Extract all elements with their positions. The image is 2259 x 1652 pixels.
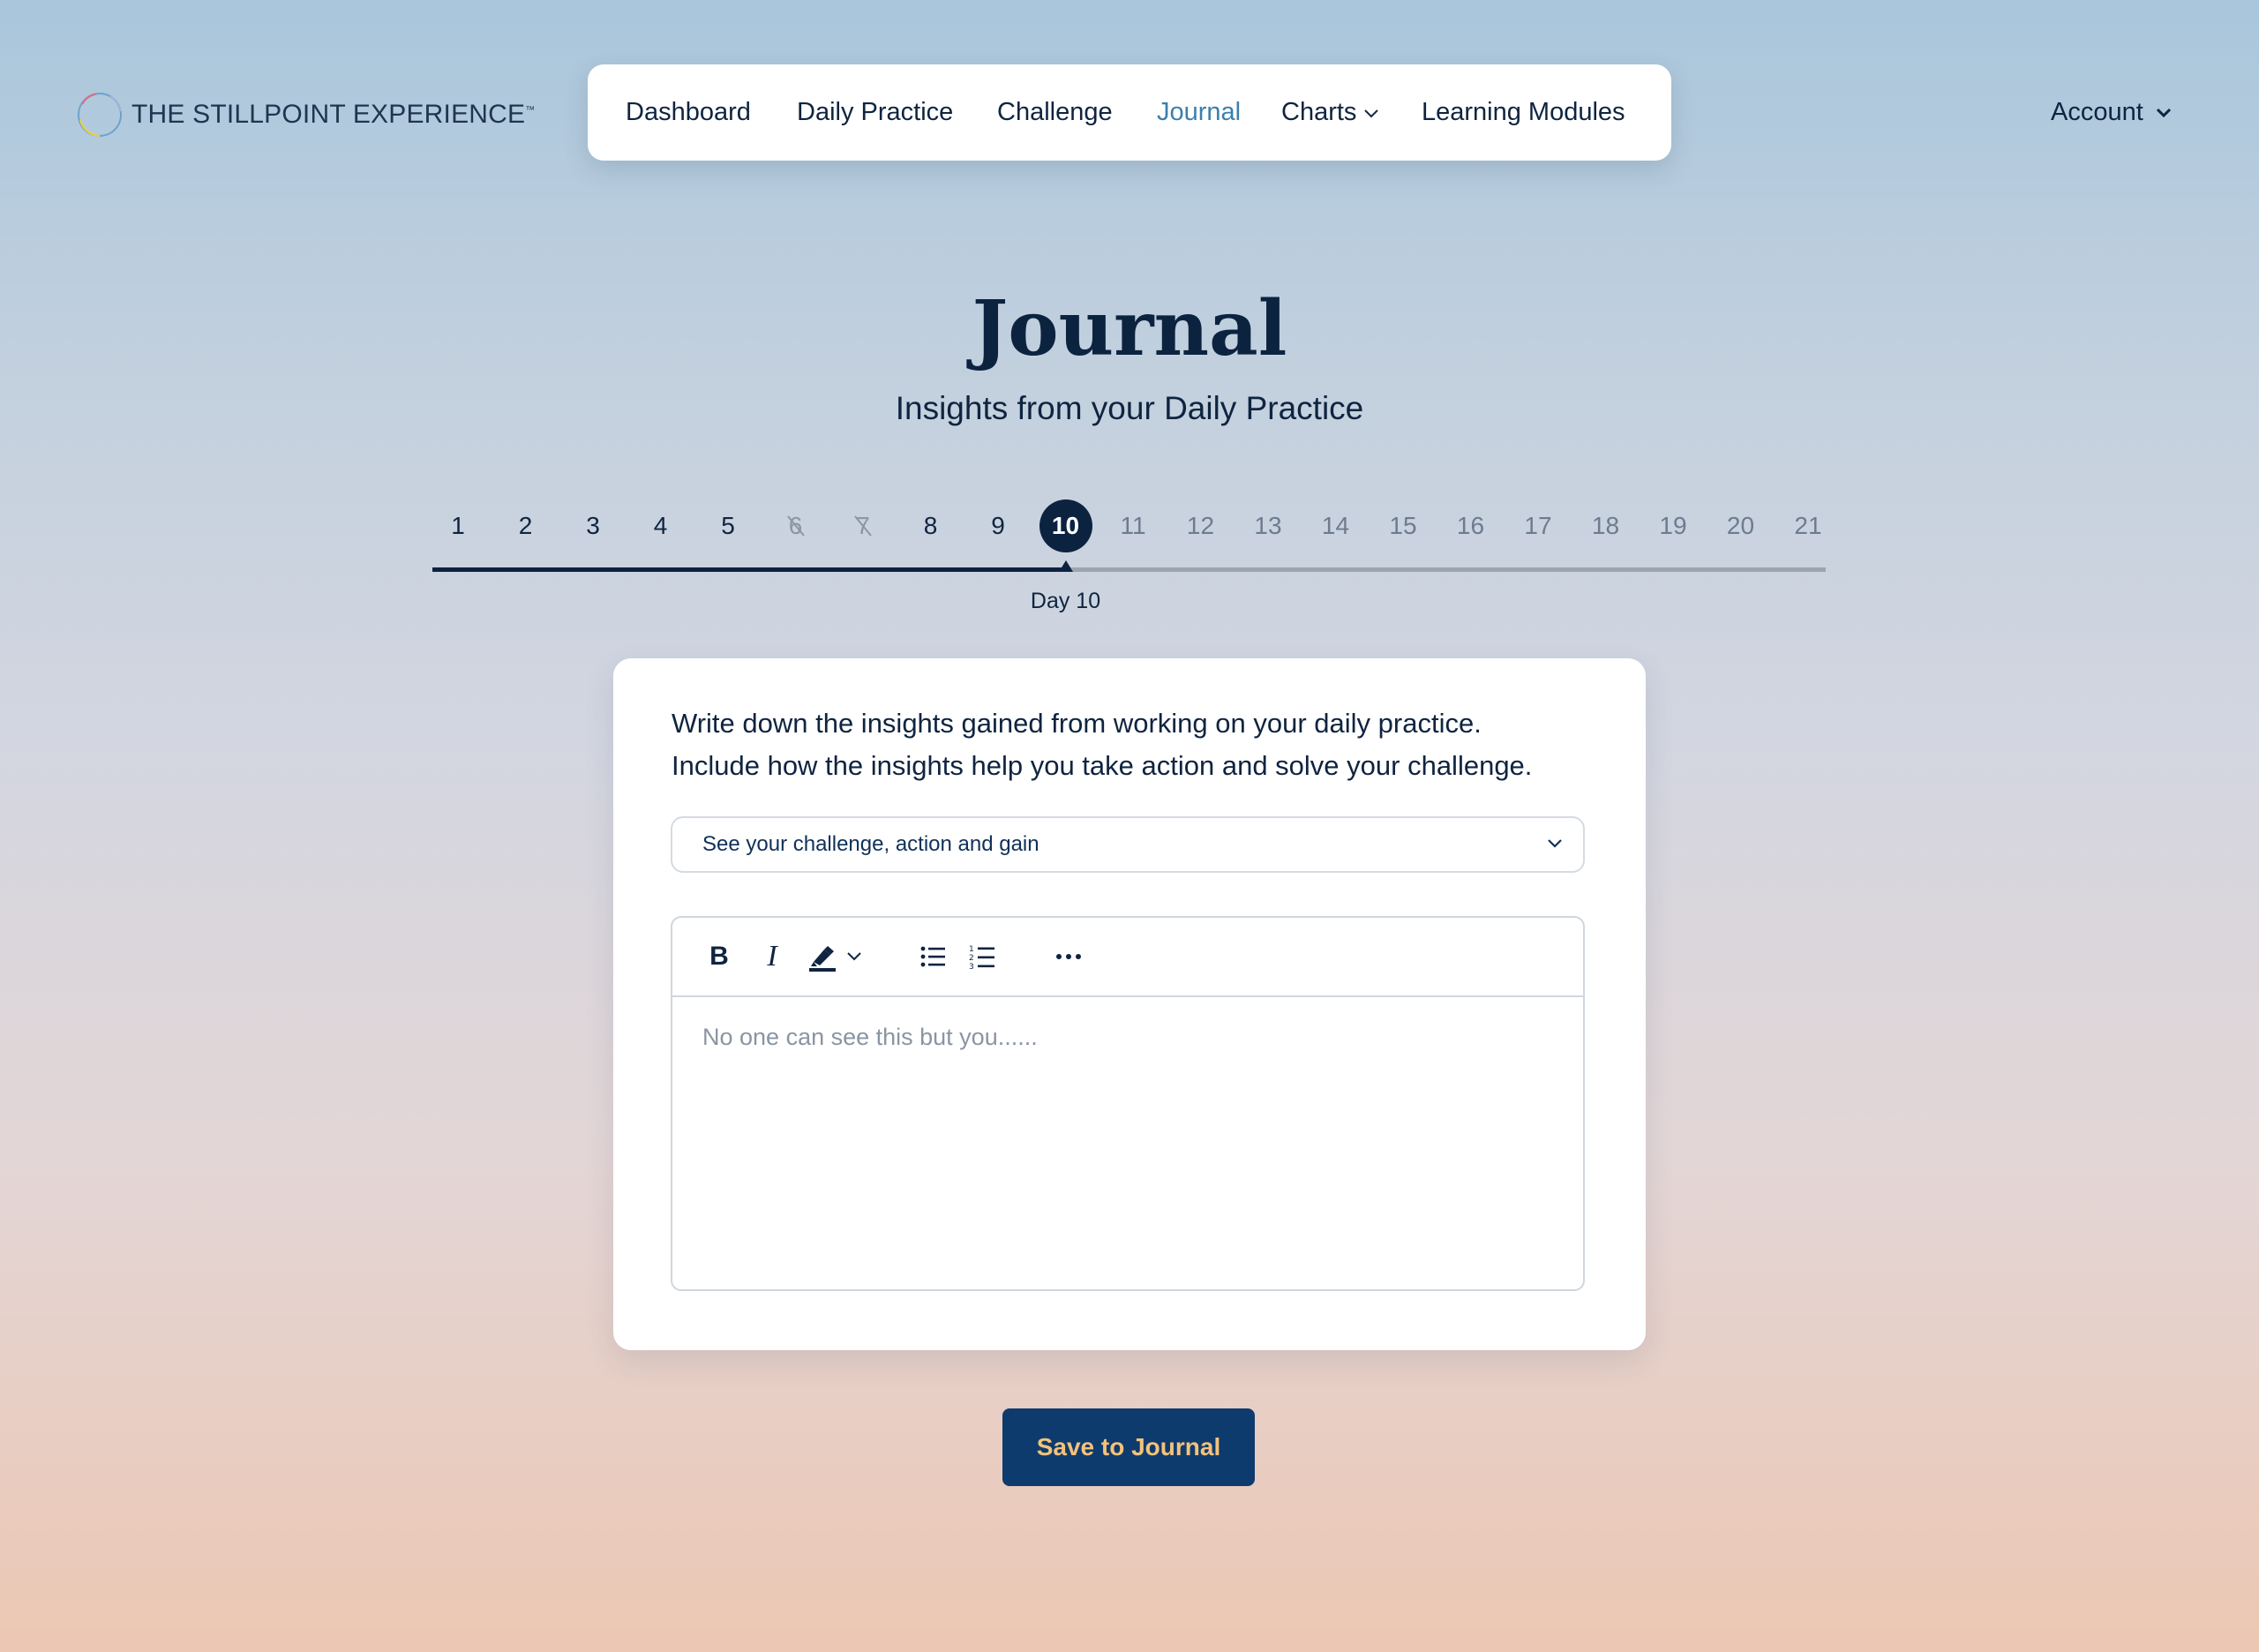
nav-item-daily-practice[interactable]: Daily Practice <box>797 98 953 127</box>
challenge-dropdown-label: See your challenge, action and gain <box>702 832 1039 856</box>
missed-day-slash-icon <box>854 515 872 537</box>
svg-text:3: 3 <box>969 963 974 970</box>
day-1[interactable]: 1 <box>432 499 484 552</box>
nav-item-charts[interactable]: Charts <box>1281 98 1379 127</box>
nav-item-dashboard[interactable]: Dashboard <box>626 98 751 127</box>
brand-logo[interactable]: THE STILLPOINT EXPERIENCE™ <box>77 88 535 141</box>
chevron-down-icon <box>1548 839 1562 848</box>
day-12[interactable]: 12 <box>1175 499 1227 552</box>
day-21[interactable]: 21 <box>1782 499 1835 552</box>
editor-placeholder: No one can see this but you...... <box>702 1024 1038 1050</box>
editor-toolbar: B I 1 2 3 <box>672 918 1583 997</box>
more-icon[interactable] <box>1055 941 1082 972</box>
page-title: Journal <box>972 284 1287 373</box>
day-progress-fill <box>432 567 1066 572</box>
day-14[interactable]: 14 <box>1310 499 1362 552</box>
svg-text:2: 2 <box>969 954 974 963</box>
day-13[interactable]: 13 <box>1242 499 1295 552</box>
day-11[interactable]: 11 <box>1107 499 1160 552</box>
nav-item-charts-label: Charts <box>1281 98 1357 126</box>
day-5[interactable]: 5 <box>702 499 754 552</box>
day-20[interactable]: 20 <box>1715 499 1767 552</box>
day-9[interactable]: 9 <box>972 499 1024 552</box>
day-7-missed[interactable]: 7 <box>837 499 889 552</box>
nav-item-learning-modules[interactable]: Learning Modules <box>1422 98 1625 127</box>
nav-item-challenge[interactable]: Challenge <box>997 98 1113 127</box>
day-17[interactable]: 17 <box>1512 499 1565 552</box>
day-19[interactable]: 19 <box>1647 499 1700 552</box>
logo-ring-icon <box>77 92 123 138</box>
day-selector: 123456789101112131415161718192021 <box>432 490 1827 560</box>
chevron-down-icon <box>1364 109 1379 117</box>
challenge-dropdown[interactable]: See your challenge, action and gain <box>671 816 1585 873</box>
instructions-line-1: Write down the insights gained from work… <box>672 708 1482 739</box>
nav-item-journal[interactable]: Journal <box>1157 98 1241 127</box>
day-3[interactable]: 3 <box>567 499 619 552</box>
instructions-line-2: Include how the insights help you take a… <box>672 750 1533 781</box>
day-15[interactable]: 15 <box>1377 499 1430 552</box>
numbered-list-icon[interactable]: 1 2 3 <box>967 941 997 972</box>
page-subtitle: Insights from your Daily Practice <box>895 390 1364 426</box>
day-8[interactable]: 8 <box>904 499 957 552</box>
highlight-dropdown-chevron-icon[interactable] <box>845 941 863 972</box>
bold-icon[interactable]: B <box>706 941 732 972</box>
editor-text-area[interactable]: No one can see this but you...... <box>702 1024 1038 1051</box>
main-nav: Dashboard Daily Practice Challenge Journ… <box>588 64 1671 161</box>
brand-name: THE STILLPOINT EXPERIENCE™ <box>131 100 536 129</box>
day-16[interactable]: 16 <box>1445 499 1497 552</box>
day-2[interactable]: 2 <box>499 499 552 552</box>
current-day-label: Day 10 <box>1030 589 1101 613</box>
journal-editor: B I 1 2 3 No one can see this but you...… <box>671 916 1585 1291</box>
journal-card: Write down the insights gained from work… <box>613 658 1646 1350</box>
day-progress-track <box>432 567 1826 572</box>
day-10-current[interactable]: 10 <box>1039 499 1092 552</box>
day-6-missed[interactable]: 6 <box>769 499 822 552</box>
day-18[interactable]: 18 <box>1580 499 1632 552</box>
bullet-list-icon[interactable] <box>918 941 948 972</box>
journal-instructions: Write down the insights gained from work… <box>672 702 1607 787</box>
highlight-icon[interactable] <box>807 941 838 972</box>
missed-day-slash-icon <box>786 515 805 537</box>
chevron-down-icon <box>2156 108 2171 117</box>
day-4[interactable]: 4 <box>634 499 687 552</box>
account-label: Account <box>2051 98 2143 126</box>
svg-text:1: 1 <box>969 945 974 954</box>
italic-icon[interactable]: I <box>759 940 785 972</box>
current-day-marker-icon <box>1058 560 1073 572</box>
account-menu[interactable]: Account <box>2051 98 2172 127</box>
save-to-journal-button[interactable]: Save to Journal <box>1002 1408 1255 1486</box>
